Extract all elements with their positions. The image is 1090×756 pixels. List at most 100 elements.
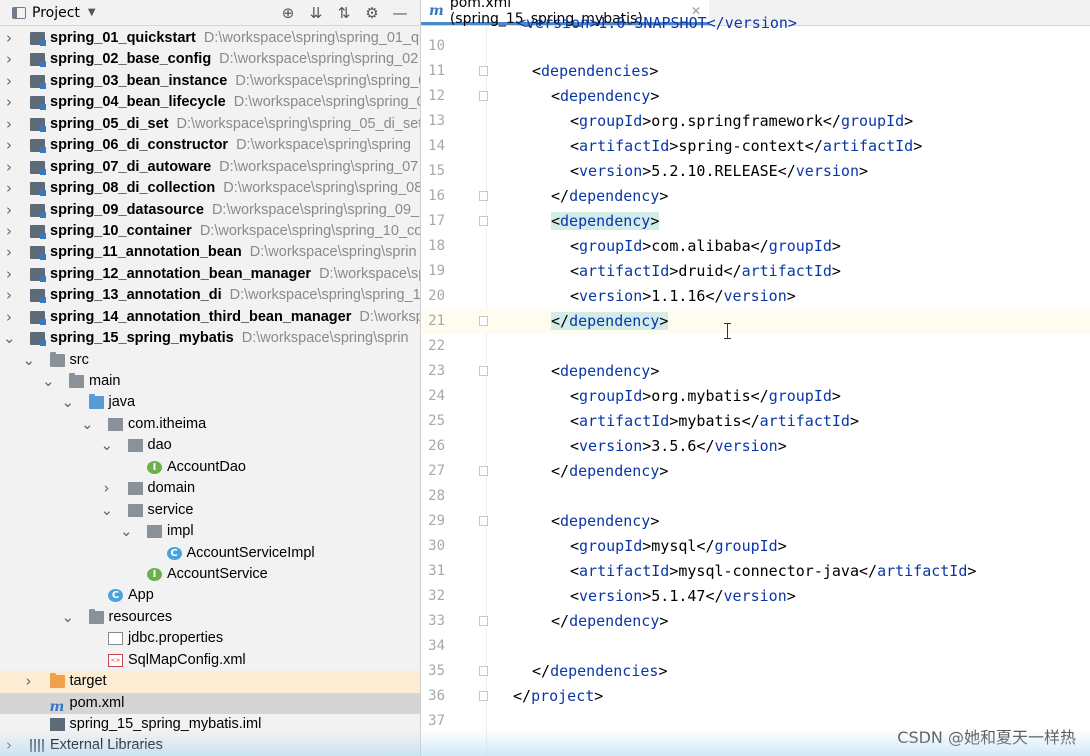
- tree-item[interactable]: › spring_10_container D:\workspace\spring\…: [0, 221, 420, 242]
- tree-item[interactable]: ⌄ com.itheima: [0, 414, 420, 435]
- chevron-right-icon[interactable]: ›: [3, 178, 15, 199]
- chevron-right-icon[interactable]: ›: [3, 221, 15, 242]
- fold-marker-icon[interactable]: [479, 216, 488, 226]
- tree-item[interactable]: <> SqlMapConfig.xml: [0, 650, 420, 671]
- code-line[interactable]: 28: [421, 484, 1090, 509]
- tree-item[interactable]: › spring_07_di_autoware D:\workspace\sprin…: [0, 157, 420, 178]
- fold-marker-icon[interactable]: [479, 191, 488, 201]
- code-line[interactable]: 25 <artifactId>mybatis</artifactId>: [421, 409, 1090, 434]
- tree-item[interactable]: › spring_11_annotation_bean D:\workspace\s…: [0, 242, 420, 263]
- chevron-down-icon[interactable]: ⌄: [101, 435, 114, 456]
- code-line[interactable]: 24 <groupId>org.mybatis</groupId>: [421, 384, 1090, 409]
- fold-marker-icon[interactable]: [479, 91, 488, 101]
- code-line[interactable]: 14 <artifactId>spring-context</artifactId…: [421, 134, 1090, 159]
- code-line[interactable]: 16 </dependency>: [421, 184, 1090, 209]
- tree-item[interactable]: ⌄ java: [0, 392, 420, 413]
- code-line[interactable]: 27 </dependency>: [421, 459, 1090, 484]
- code-line[interactable]: 22: [421, 334, 1090, 359]
- tree-item[interactable]: I AccountDao: [0, 457, 420, 478]
- tree-item[interactable]: ⌄ impl: [0, 521, 420, 542]
- fold-marker-icon[interactable]: [479, 316, 488, 326]
- tree-item[interactable]: › spring_09_datasource D:\workspace\spring…: [0, 200, 420, 221]
- tree-item[interactable]: C AccountServiceImpl: [0, 543, 420, 564]
- fold-marker-icon[interactable]: [479, 66, 488, 76]
- tree-item[interactable]: ⌄ dao: [0, 435, 420, 456]
- chevron-right-icon[interactable]: ›: [3, 242, 15, 263]
- tree-item[interactable]: C App: [0, 585, 420, 606]
- fold-marker-icon[interactable]: [479, 666, 488, 676]
- tree-item[interactable]: m pom.xml: [0, 692, 420, 715]
- fold-marker-icon[interactable]: [479, 466, 488, 476]
- chevron-right-icon[interactable]: ›: [3, 71, 15, 92]
- code-line[interactable]: 11 <dependencies>: [421, 59, 1090, 84]
- fold-marker-icon[interactable]: [479, 616, 488, 626]
- expand-all-icon[interactable]: ⇅: [330, 4, 358, 22]
- code-line[interactable]: 30 <groupId>mysql</groupId>: [421, 534, 1090, 559]
- chevron-right-icon[interactable]: ›: [3, 28, 15, 49]
- code-line[interactable]: 18 <groupId>com.alibaba</groupId>: [421, 234, 1090, 259]
- code-line[interactable]: 10: [421, 34, 1090, 59]
- chevron-down-icon[interactable]: ⌄: [23, 350, 36, 371]
- tree-item[interactable]: ⌄ spring_15_spring_mybatis D:\workspace\sp…: [0, 328, 420, 349]
- tree-item[interactable]: › External Libraries: [0, 735, 420, 756]
- code-line[interactable]: 36 </project>: [421, 684, 1090, 709]
- tree-item[interactable]: ⌄ resources: [0, 607, 420, 628]
- tree-item[interactable]: › spring_04_bean_lifecycle D:\workspace\sp…: [0, 92, 420, 113]
- tree-item[interactable]: › spring_05_di_set D:\workspace\spring\spr…: [0, 114, 420, 135]
- code-line[interactable]: 21 </dependency>: [421, 309, 1090, 334]
- tree-item[interactable]: › spring_14_annotation_third_bean_manager…: [0, 307, 420, 328]
- fold-marker-icon[interactable]: [479, 516, 488, 526]
- minimize-icon[interactable]: —: [386, 4, 414, 22]
- tree-item[interactable]: I AccountService: [0, 564, 420, 585]
- code-line[interactable]: 20 <version>1.1.16</version>: [421, 284, 1090, 309]
- tree-item[interactable]: › spring_12_annotation_bean_manager D:\wor…: [0, 264, 420, 285]
- code-line[interactable]: 23 <dependency>: [421, 359, 1090, 384]
- code-line[interactable]: 13 <groupId>org.springframework</groupId>: [421, 109, 1090, 134]
- tree-item[interactable]: jdbc.properties: [0, 628, 420, 649]
- crosshair-icon[interactable]: ⊕: [274, 4, 302, 22]
- fold-marker-icon[interactable]: [479, 691, 488, 701]
- tree-item[interactable]: spring_15_spring_mybatis.iml: [0, 714, 420, 735]
- code-line[interactable]: 12 <dependency>: [421, 84, 1090, 109]
- code-line[interactable]: 26 <version>3.5.6</version>: [421, 434, 1090, 459]
- tree-item[interactable]: › target: [0, 671, 420, 693]
- chevron-right-icon[interactable]: ›: [3, 307, 15, 328]
- chevron-right-icon[interactable]: ›: [3, 135, 15, 156]
- fold-marker-icon[interactable]: [479, 366, 488, 376]
- project-view-selector[interactable]: Project ▼: [12, 5, 96, 21]
- chevron-down-icon[interactable]: ⌄: [42, 371, 55, 392]
- chevron-down-icon[interactable]: ⌄: [120, 521, 133, 542]
- code-line[interactable]: 34: [421, 634, 1090, 659]
- tree-item[interactable]: › spring_08_di_collection D:\workspace\spr…: [0, 178, 420, 199]
- chevron-right-icon[interactable]: ›: [23, 671, 35, 692]
- chevron-right-icon[interactable]: ›: [101, 478, 113, 499]
- chevron-down-icon[interactable]: ⌄: [62, 392, 75, 413]
- code-line[interactable]: 19 <artifactId>druid</artifactId>: [421, 259, 1090, 284]
- code-line[interactable]: 32 <version>5.1.47</version>: [421, 584, 1090, 609]
- chevron-right-icon[interactable]: ›: [3, 264, 15, 285]
- collapse-all-icon[interactable]: ⇊: [302, 4, 330, 22]
- chevron-right-icon[interactable]: ›: [3, 157, 15, 178]
- chevron-down-icon[interactable]: ⌄: [101, 500, 114, 521]
- chevron-down-icon[interactable]: ⌄: [62, 607, 75, 628]
- tree-item[interactable]: › spring_02_base_config D:\workspace\sprin…: [0, 49, 420, 70]
- chevron-right-icon[interactable]: ›: [3, 92, 15, 113]
- tree-item[interactable]: › spring_01_quickstart D:\workspace\spring…: [0, 28, 420, 49]
- code-line[interactable]: 35 </dependencies>: [421, 659, 1090, 684]
- tree-item[interactable]: › spring_06_di_constructor D:\workspace\sp…: [0, 135, 420, 156]
- code-line[interactable]: 17 <dependency>: [421, 209, 1090, 234]
- tree-item[interactable]: ⌄ main: [0, 371, 420, 392]
- chevron-right-icon[interactable]: ›: [3, 285, 15, 306]
- tree-item[interactable]: › spring_13_annotation_di D:\workspace\spr…: [0, 285, 420, 306]
- chevron-right-icon[interactable]: ›: [3, 200, 15, 221]
- code-line[interactable]: 29 <dependency>: [421, 509, 1090, 534]
- code-editor[interactable]: <version>1.0-SNAPSHOT</version> 10 11 <dep…: [421, 14, 1090, 756]
- chevron-down-icon[interactable]: ▼: [88, 7, 96, 18]
- chevron-right-icon[interactable]: ›: [3, 735, 15, 756]
- tree-item[interactable]: ⌄ service: [0, 500, 420, 521]
- code-line[interactable]: 31 <artifactId>mysql-connector-java</arti…: [421, 559, 1090, 584]
- chevron-right-icon[interactable]: ›: [3, 114, 15, 135]
- gear-icon[interactable]: ⚙: [358, 4, 386, 22]
- chevron-down-icon[interactable]: ⌄: [3, 328, 16, 349]
- chevron-right-icon[interactable]: ›: [3, 49, 15, 70]
